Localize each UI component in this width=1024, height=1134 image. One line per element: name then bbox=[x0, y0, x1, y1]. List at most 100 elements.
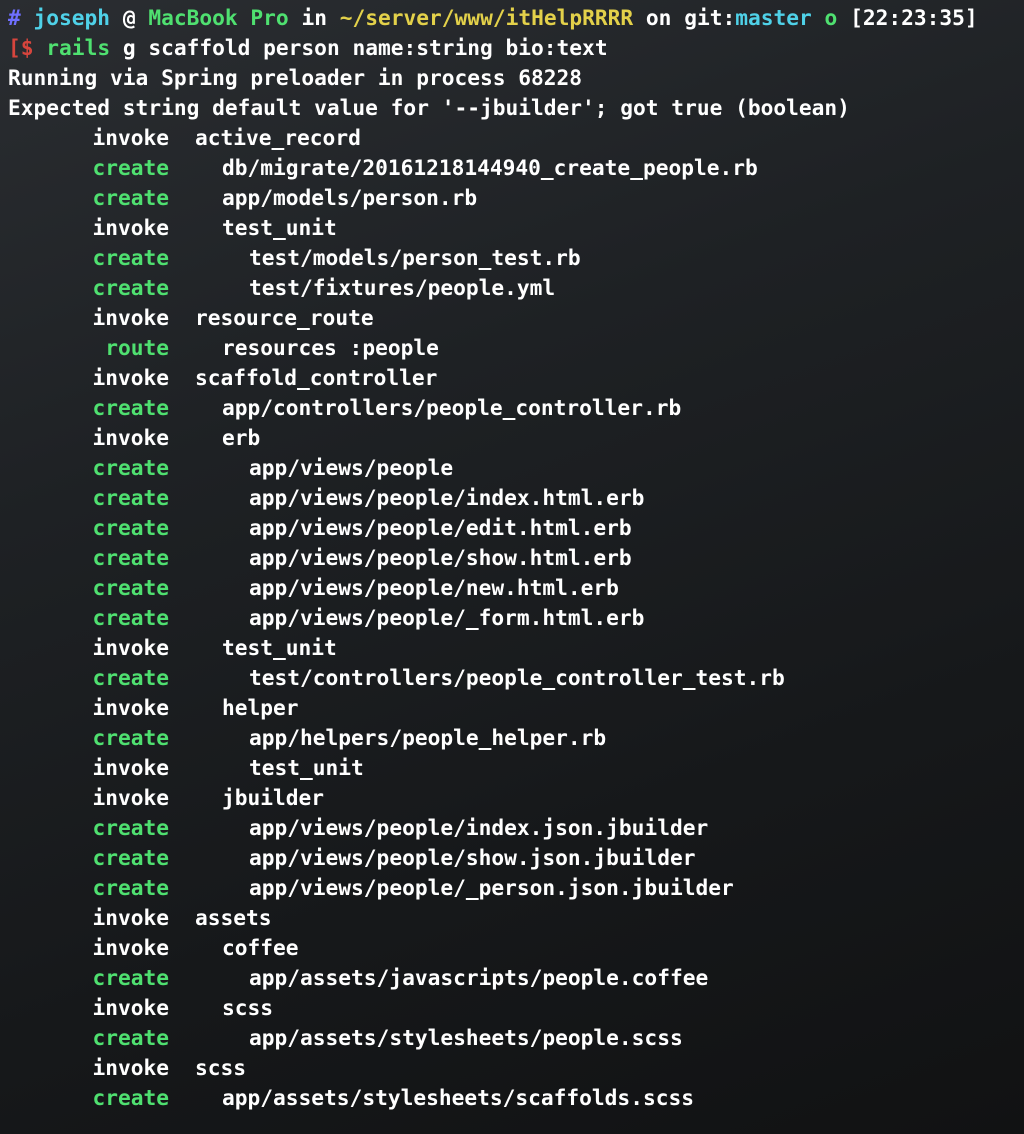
generator-line: invoke coffee bbox=[8, 933, 1020, 963]
generator-verb-invoke: invoke bbox=[92, 695, 169, 720]
generator-path: erb bbox=[222, 425, 261, 450]
generator-verb-invoke: invoke bbox=[92, 935, 169, 960]
generator-path: assets bbox=[195, 905, 272, 930]
generator-path: app/views/people/index.json.jbuilder bbox=[249, 815, 709, 840]
command-dollar: $ bbox=[20, 35, 34, 60]
generator-verb-create: create bbox=[92, 605, 169, 630]
generator-verb-create: create bbox=[92, 485, 169, 510]
generator-line: invoke resource_route bbox=[8, 303, 1020, 333]
generator-path: active_record bbox=[195, 125, 361, 150]
generator-path: app/assets/javascripts/people.coffee bbox=[249, 965, 709, 990]
prompt-dirty-indicator: o bbox=[824, 5, 838, 30]
generator-line: invoke assets bbox=[8, 903, 1020, 933]
generator-line: create app/models/person.rb bbox=[8, 183, 1020, 213]
prompt-in: in bbox=[301, 5, 327, 30]
prompt-path: ~/server/www/itHelpRRRR bbox=[339, 5, 634, 30]
generator-line: invoke active_record bbox=[8, 123, 1020, 153]
generator-path: coffee bbox=[222, 935, 299, 960]
terminal-window[interactable]: # joseph @ MacBook Pro in ~/server/www/i… bbox=[8, 3, 1020, 1113]
generator-path: app/views/people/new.html.erb bbox=[249, 575, 619, 600]
generator-verb-invoke: invoke bbox=[92, 1055, 169, 1080]
prompt-git-label: git: bbox=[684, 5, 736, 30]
prompt-hash: # bbox=[8, 5, 21, 30]
generator-line: route resources :people bbox=[8, 333, 1020, 363]
generator-verb-create: create bbox=[92, 395, 169, 420]
generator-path: app/views/people/show.html.erb bbox=[249, 545, 632, 570]
generator-path: jbuilder bbox=[222, 785, 325, 810]
generator-path: test/fixtures/people.yml bbox=[249, 275, 556, 300]
generator-line: invoke test_unit bbox=[8, 633, 1020, 663]
generator-line: create app/views/people/edit.html.erb bbox=[8, 513, 1020, 543]
generator-verb-create: create bbox=[92, 575, 169, 600]
generator-verb-invoke: invoke bbox=[92, 125, 169, 150]
generator-line: create app/views/people/show.html.erb bbox=[8, 543, 1020, 573]
generator-line: invoke helper bbox=[8, 693, 1020, 723]
generator-line: create app/assets/stylesheets/scaffolds.s… bbox=[8, 1083, 1020, 1113]
prompt-time: [22:23:35] bbox=[850, 5, 978, 30]
generator-path: scaffold_controller bbox=[195, 365, 438, 390]
generator-path: db/migrate/20161218144940_create_people.… bbox=[222, 155, 758, 180]
generator-path: scss bbox=[222, 995, 274, 1020]
generator-line: invoke test_unit bbox=[8, 213, 1020, 243]
generator-line: create test/models/person_test.rb bbox=[8, 243, 1020, 273]
generator-path: app/views/people/_person.json.jbuilder bbox=[249, 875, 734, 900]
generator-verb-create: create bbox=[92, 155, 169, 180]
generator-line: invoke scss bbox=[8, 993, 1020, 1023]
generator-path: test_unit bbox=[222, 215, 337, 240]
generator-verb-create: create bbox=[92, 245, 169, 270]
generator-path: test/models/person_test.rb bbox=[249, 245, 581, 270]
generator-line: create app/views/people/index.html.erb bbox=[8, 483, 1020, 513]
generator-verb-invoke: invoke bbox=[92, 365, 169, 390]
generator-verb-create: create bbox=[92, 815, 169, 840]
generator-line: create test/controllers/people_controller… bbox=[8, 663, 1020, 693]
generator-line: create app/controllers/people_controller.… bbox=[8, 393, 1020, 423]
generator-verb-invoke: invoke bbox=[92, 995, 169, 1020]
generator-line: create app/views/people/_form.html.erb bbox=[8, 603, 1020, 633]
generator-line: create app/views/people/_person.json.jbui… bbox=[8, 873, 1020, 903]
prompt-user: joseph bbox=[33, 5, 111, 30]
generator-path: app/views/people/show.json.jbuilder bbox=[249, 845, 696, 870]
generator-line: create app/views/people/show.json.jbuilde… bbox=[8, 843, 1020, 873]
generator-output: invoke active_recordcreate db/migrate/2016… bbox=[8, 123, 1020, 1113]
generator-path: resources :people bbox=[222, 335, 439, 360]
command-args: g scaffold person name:string bio:text bbox=[122, 35, 608, 60]
generator-verb-create: create bbox=[92, 1085, 169, 1110]
generator-line: create app/views/people/index.json.jbuild… bbox=[8, 813, 1020, 843]
generator-path: app/assets/stylesheets/scaffolds.scss bbox=[222, 1085, 694, 1110]
generator-path: app/controllers/people_controller.rb bbox=[222, 395, 682, 420]
generator-path: app/models/person.rb bbox=[222, 185, 478, 210]
prompt-branch: master bbox=[735, 5, 812, 30]
generator-verb-create: create bbox=[92, 515, 169, 540]
output-line: Running via Spring preloader in process … bbox=[8, 65, 583, 90]
generator-line: create app/helpers/people_helper.rb bbox=[8, 723, 1020, 753]
generator-line: create app/views/people/new.html.erb bbox=[8, 573, 1020, 603]
generator-line: invoke scaffold_controller bbox=[8, 363, 1020, 393]
generator-line: invoke test_unit bbox=[8, 753, 1020, 783]
generator-path: app/views/people/edit.html.erb bbox=[249, 515, 632, 540]
generator-verb-invoke: invoke bbox=[92, 425, 169, 450]
generator-path: scss bbox=[195, 1055, 247, 1080]
generator-verb-create: create bbox=[92, 875, 169, 900]
generator-path: app/views/people bbox=[249, 455, 454, 480]
generator-verb-invoke: invoke bbox=[92, 215, 169, 240]
generator-path: app/views/people/_form.html.erb bbox=[249, 605, 645, 630]
generator-verb-invoke: invoke bbox=[92, 635, 169, 660]
generator-verb-create: create bbox=[92, 275, 169, 300]
prompt-on: on bbox=[645, 5, 672, 30]
generator-verb-create: create bbox=[92, 845, 169, 870]
generator-line: create app/assets/stylesheets/people.scss bbox=[8, 1023, 1020, 1053]
generator-verb-create: create bbox=[92, 725, 169, 750]
generator-line: create app/views/people bbox=[8, 453, 1020, 483]
output-line: Expected string default value for '--jbu… bbox=[8, 95, 850, 120]
generator-path: app/helpers/people_helper.rb bbox=[249, 725, 607, 750]
generator-verb-invoke: invoke bbox=[92, 305, 169, 330]
prompt-at: @ bbox=[122, 5, 136, 30]
command-bracket: [ bbox=[8, 35, 21, 60]
generator-path: test_unit bbox=[249, 755, 364, 780]
generator-line: create app/assets/javascripts/people.coff… bbox=[8, 963, 1020, 993]
generator-line: invoke scss bbox=[8, 1053, 1020, 1083]
generator-verb-create: create bbox=[92, 455, 169, 480]
command-line[interactable]: [$ rails g scaffold person name:string b… bbox=[8, 33, 1020, 63]
generator-verb-create: create bbox=[92, 665, 169, 690]
generator-verb-invoke: invoke bbox=[92, 905, 169, 930]
